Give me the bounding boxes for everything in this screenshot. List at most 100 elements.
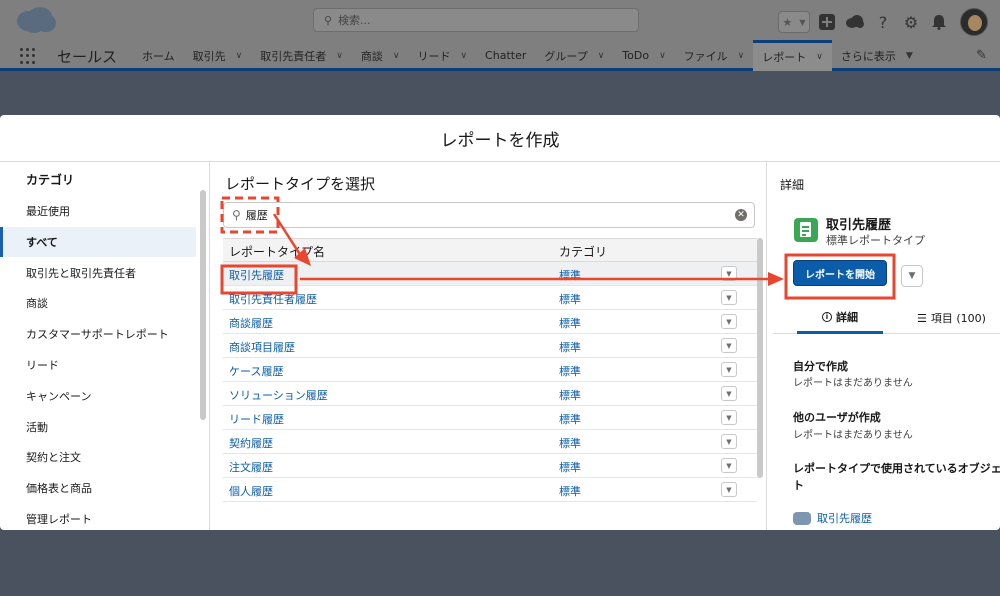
report-type-row[interactable]: リード履歴 標準 ▼	[223, 406, 757, 430]
report-type-row[interactable]: 商談履歴 標準 ▼	[223, 310, 757, 334]
app-launcher-icon[interactable]	[20, 48, 36, 64]
category-item[interactable]: 取引先と取引先責任者	[0, 258, 196, 288]
report-type-name-link[interactable]: ソリューション履歴	[229, 387, 328, 403]
report-type-category: 標準	[559, 317, 581, 330]
report-type-row[interactable]: 注文履歴 標準 ▼	[223, 454, 757, 478]
bell-icon[interactable]	[928, 11, 950, 33]
nav-item-label: さらに表示	[840, 49, 896, 63]
created-by-me-text: レポートはまだありません	[793, 378, 913, 389]
report-type-row[interactable]: 取引先履歴 標準 ▼	[223, 262, 757, 286]
chevron-down-icon[interactable]: ∨	[236, 51, 243, 61]
row-menu-chevron-icon[interactable]: ▼	[721, 314, 737, 329]
category-item[interactable]: 商談	[0, 288, 196, 318]
report-type-row[interactable]: 取引先責任者履歴 標準 ▼	[223, 286, 757, 310]
row-menu-chevron-icon[interactable]: ▼	[721, 410, 737, 425]
report-type-category: 標準	[559, 293, 581, 306]
row-menu-chevron-icon[interactable]: ▼	[721, 386, 737, 401]
chevron-down-icon[interactable]: ∨	[738, 51, 745, 61]
report-type-row[interactable]: ソリューション履歴 標準 ▼	[223, 382, 757, 406]
nav-item-5[interactable]: Chatter	[476, 40, 535, 71]
chevron-down-icon[interactable]: ∨	[598, 51, 605, 61]
report-type-name-link[interactable]: 注文履歴	[229, 459, 273, 475]
report-type-name-link[interactable]: 取引先履歴	[229, 267, 284, 283]
category-item[interactable]: 最近使用	[0, 196, 196, 226]
nav-item-4[interactable]: リード ∨	[408, 40, 476, 71]
category-item[interactable]: すべて	[0, 226, 196, 257]
category-item[interactable]: カスタマーサポートレポート	[0, 319, 196, 349]
star-icon: ★	[782, 15, 793, 29]
favorites-button[interactable]: ★ ▼	[778, 11, 810, 33]
start-report-button[interactable]: レポートを開始	[793, 260, 887, 286]
row-menu-chevron-icon[interactable]: ▼	[721, 290, 737, 305]
cloud-icon[interactable]	[844, 11, 866, 33]
objects-heading-line1: レポートタイプで使用されているオブジェ	[793, 462, 1000, 475]
category-item[interactable]: リード	[0, 350, 196, 380]
report-type-name-link[interactable]: 商談履歴	[229, 315, 273, 331]
nav-item-1[interactable]: 取引先 ∨	[184, 40, 252, 71]
tab-fields[interactable]: ☰ 項目 (100)	[917, 302, 986, 334]
nav-item-label: レポート	[762, 51, 807, 64]
nav-item-8[interactable]: ファイル ∨	[675, 40, 754, 71]
row-menu-chevron-icon[interactable]: ▼	[721, 458, 737, 473]
nav-item-10[interactable]: さらに表示 ▼	[832, 40, 922, 71]
report-type-name-link[interactable]: 取引先責任者履歴	[229, 291, 317, 307]
created-by-others-heading: 他のユーザが作成	[793, 411, 881, 424]
object-link[interactable]: 取引先履歴	[793, 510, 872, 526]
modal-title: レポートを作成	[0, 115, 1000, 162]
report-type-row[interactable]: 商談項目履歴 標準 ▼	[223, 334, 757, 358]
chevron-down-icon[interactable]: ∨	[393, 51, 400, 61]
nav-item-2[interactable]: 取引先責任者 ∨	[251, 40, 352, 71]
clear-search-icon[interactable]: ✕	[735, 209, 747, 221]
nav-item-label: 商談	[360, 49, 383, 63]
chevron-down-icon[interactable]: ∨	[659, 51, 666, 61]
category-scrollbar[interactable]	[200, 190, 206, 420]
row-menu-chevron-icon[interactable]: ▼	[721, 434, 737, 449]
gear-icon[interactable]: ⚙	[900, 11, 922, 33]
report-type-row[interactable]: 契約履歴 標準 ▼	[223, 430, 757, 454]
report-type-category: 標準	[559, 365, 581, 378]
row-menu-chevron-icon[interactable]: ▼	[721, 482, 737, 497]
global-search-input[interactable]: ⚲ 検索...	[313, 8, 639, 32]
row-menu-chevron-icon[interactable]: ▼	[721, 266, 737, 281]
report-type-icon	[794, 218, 818, 242]
help-icon[interactable]: ?	[872, 11, 894, 33]
report-type-name-link[interactable]: 商談項目履歴	[229, 339, 295, 355]
chevron-down-icon[interactable]: ∨	[336, 51, 343, 61]
category-item[interactable]: 活動	[0, 412, 196, 442]
edit-nav-icon[interactable]: ✎	[976, 48, 987, 63]
user-avatar[interactable]	[960, 8, 988, 36]
report-type-row[interactable]: 個人履歴 標準 ▼	[223, 478, 757, 502]
category-item[interactable]: 価格表と商品	[0, 473, 196, 503]
plus-icon[interactable]	[816, 11, 838, 33]
report-type-name-link[interactable]: 個人履歴	[229, 483, 273, 499]
report-type-scrollbar[interactable]	[757, 238, 763, 478]
tab-details[interactable]: i 詳細	[797, 302, 883, 334]
more-actions-button[interactable]: ▼	[901, 265, 923, 287]
report-type-category: 標準	[559, 269, 581, 282]
report-type-row[interactable]: ケース履歴 標準 ▼	[223, 358, 757, 382]
nav-item-6[interactable]: グループ ∨	[535, 40, 613, 71]
category-item[interactable]: 契約と注文	[0, 442, 196, 472]
create-report-modal: レポートを作成 カテゴリ 最近使用 すべて 取引先と取引先責任者 商談 カスタマーサポー…	[0, 115, 1000, 530]
report-type-name-link[interactable]: ケース履歴	[229, 363, 283, 379]
nav-item-0[interactable]: ホーム	[133, 40, 184, 71]
report-type-name-link[interactable]: 契約履歴	[229, 435, 273, 451]
nav-item-9[interactable]: レポート ∨	[753, 40, 832, 71]
chevron-down-icon[interactable]: ▼	[906, 51, 913, 61]
category-item[interactable]: 管理レポート	[0, 504, 196, 530]
report-type-category: 標準	[559, 437, 581, 450]
created-by-others-text: レポートはまだありません	[793, 430, 913, 441]
salesforce-logo[interactable]	[14, 6, 58, 34]
category-item[interactable]: キャンペーン	[0, 381, 196, 411]
column-header-category[interactable]: カテゴリ	[559, 243, 607, 260]
nav-item-3[interactable]: 商談 ∨	[352, 40, 409, 71]
nav-item-7[interactable]: ToDo ∨	[613, 40, 674, 71]
row-menu-chevron-icon[interactable]: ▼	[721, 362, 737, 377]
column-header-name[interactable]: レポートタイプ名	[229, 243, 325, 260]
chevron-down-icon[interactable]: ∨	[460, 51, 467, 61]
chevron-down-icon[interactable]: ∨	[816, 52, 823, 62]
row-menu-chevron-icon[interactable]: ▼	[721, 338, 737, 353]
report-type-search-value: 履歴	[245, 209, 268, 222]
report-type-name-link[interactable]: リード履歴	[229, 411, 284, 427]
report-type-search-input[interactable]: ⚲ 履歴 ✕	[223, 202, 755, 228]
